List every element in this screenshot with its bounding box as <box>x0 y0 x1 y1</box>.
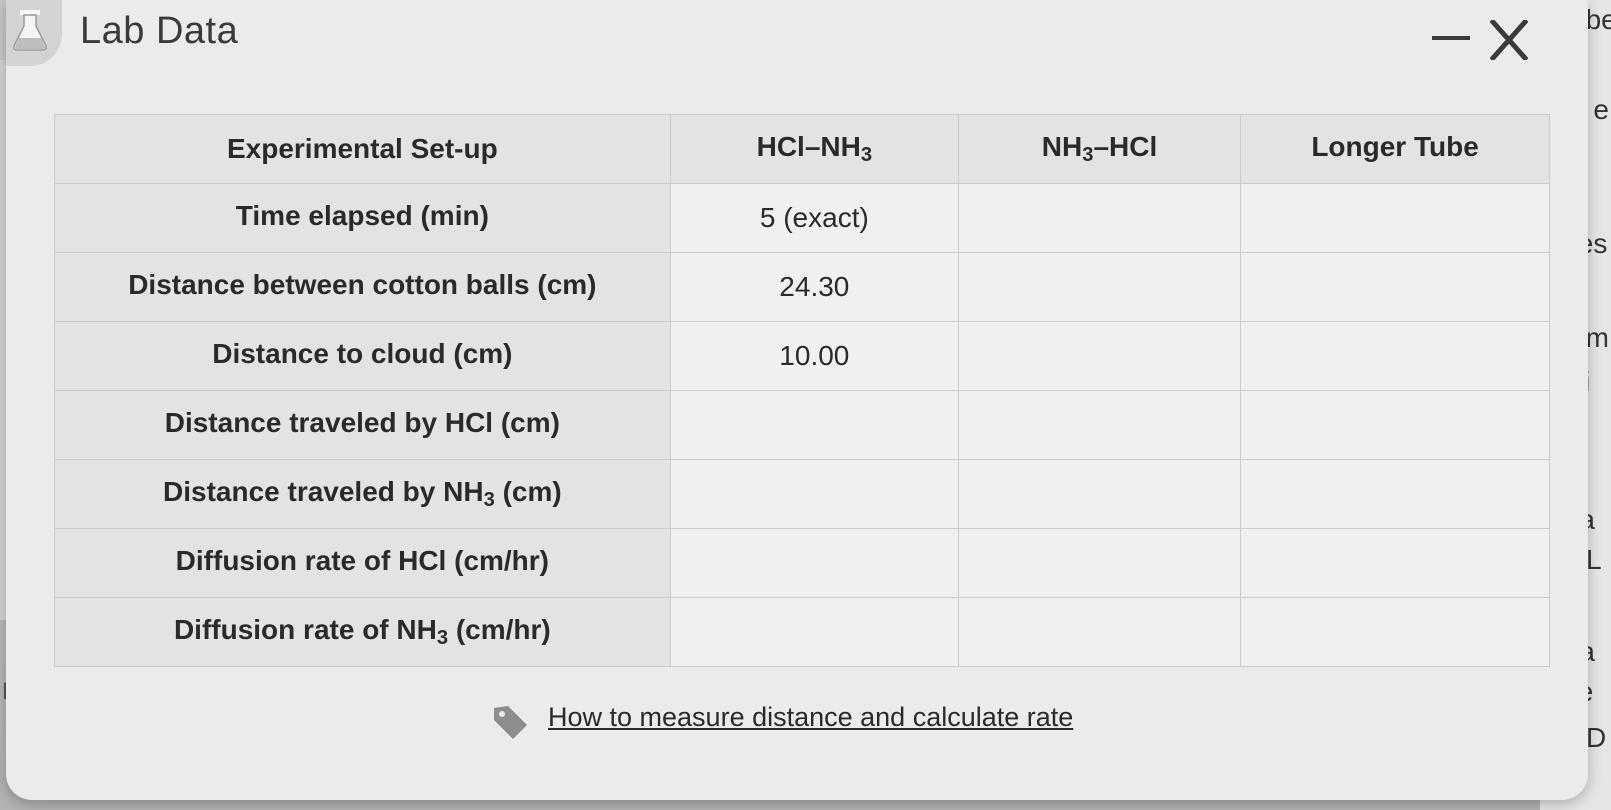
cell-text: (cm/hr) <box>448 613 551 645</box>
dialog-title: Lab Data <box>80 10 239 52</box>
column-header-setup: Experimental Set-up <box>54 114 671 184</box>
cell-text: Distance between cotton balls (cm) <box>128 268 597 300</box>
data-entry-cell[interactable] <box>1240 390 1550 460</box>
tag-icon <box>494 706 527 739</box>
cell-text: HCl–NH <box>756 130 861 162</box>
row-label: Distance between cotton balls (cm) <box>54 252 671 322</box>
minimize-icon <box>1432 36 1470 40</box>
table-header-row: Experimental Set-up HCl–NH3 NH3–HCl Longer … <box>54 114 1550 184</box>
cell-text: –HCl <box>1093 130 1158 162</box>
cell-text: Diffusion rate of NH <box>173 613 437 645</box>
row-label: Diffusion rate of HCl (cm/hr) <box>54 528 671 598</box>
data-entry-cell[interactable] <box>1240 528 1550 598</box>
data-entry-cell[interactable] <box>957 321 1242 391</box>
table-row: Time elapsed (min) 5 (exact) <box>54 183 1550 253</box>
subscript: 3 <box>436 627 449 650</box>
lab-data-dialog: Lab Data Experimental Set-up HCl–NH3 NH3–H… <box>6 0 1588 800</box>
data-entry-cell[interactable] <box>1240 321 1550 391</box>
data-entry-cell[interactable] <box>957 390 1242 460</box>
data-entry-cell[interactable] <box>957 528 1242 598</box>
row-label: Distance traveled by NH3 (cm) <box>54 459 671 529</box>
data-entry-cell[interactable] <box>669 390 959 460</box>
dialog-titlebar[interactable]: Lab Data <box>6 0 1588 78</box>
data-entry-cell[interactable] <box>957 183 1242 253</box>
cell-text: Longer Tube <box>1311 130 1479 162</box>
data-entry-cell[interactable] <box>669 459 959 529</box>
column-header: NH3–HCl <box>957 114 1242 184</box>
cell-text: Distance to cloud (cm) <box>212 337 513 369</box>
subscript: 3 <box>860 144 873 167</box>
cell-text: Diffusion rate of HCl (cm/hr) <box>175 544 550 576</box>
cell-text: Distance traveled by NH <box>163 475 484 507</box>
close-button[interactable] <box>1484 12 1534 68</box>
column-header: HCl–NH3 <box>669 114 959 184</box>
subscript: 3 <box>1082 144 1094 167</box>
data-entry-cell[interactable] <box>1240 597 1550 667</box>
table-row: Distance traveled by NH3 (cm) <box>54 459 1550 529</box>
data-entry-cell[interactable] <box>957 597 1242 667</box>
column-header: Longer Tube <box>1240 114 1550 184</box>
data-entry-cell[interactable] <box>1240 183 1550 253</box>
data-entry-cell[interactable] <box>669 528 959 598</box>
help-link[interactable]: How to measure distance and calculate ra… <box>548 702 1073 733</box>
minimize-button[interactable] <box>1428 20 1472 64</box>
data-entry-cell[interactable] <box>957 459 1242 529</box>
data-value-cell: 10.00 <box>669 321 959 391</box>
table-row: Distance traveled by HCl (cm) <box>54 390 1550 460</box>
cell-text: NH <box>1041 130 1083 162</box>
data-entry-cell[interactable] <box>957 252 1242 322</box>
row-label: Distance traveled by HCl (cm) <box>54 390 671 460</box>
data-entry-cell[interactable] <box>1240 252 1550 322</box>
background-text: D <box>1586 722 1607 753</box>
row-label: Time elapsed (min) <box>54 183 671 253</box>
data-value-cell: 24.30 <box>669 252 959 322</box>
table-row: Diffusion rate of HCl (cm/hr) <box>54 528 1550 598</box>
row-label: Distance to cloud (cm) <box>54 321 671 391</box>
row-label: Diffusion rate of NH3 (cm/hr) <box>54 597 671 667</box>
flask-icon <box>6 0 62 66</box>
lab-data-table: Experimental Set-up HCl–NH3 NH3–HCl Longer … <box>54 114 1550 667</box>
table-row: Diffusion rate of NH3 (cm/hr) <box>54 597 1550 667</box>
cell-text: Distance traveled by HCl (cm) <box>164 406 560 438</box>
cell-text: (cm) <box>494 475 562 507</box>
subscript: 3 <box>483 489 495 512</box>
cell-text: Time elapsed (min) <box>235 199 489 231</box>
close-icon <box>1490 20 1528 60</box>
table-row: Distance to cloud (cm) 10.00 <box>54 321 1550 391</box>
data-entry-cell[interactable] <box>1240 459 1550 529</box>
data-entry-cell[interactable] <box>669 597 959 667</box>
background-text: L <box>1586 544 1602 575</box>
table-row: Distance between cotton balls (cm) 24.30 <box>54 252 1550 322</box>
data-value-cell: 5 (exact) <box>669 183 959 253</box>
